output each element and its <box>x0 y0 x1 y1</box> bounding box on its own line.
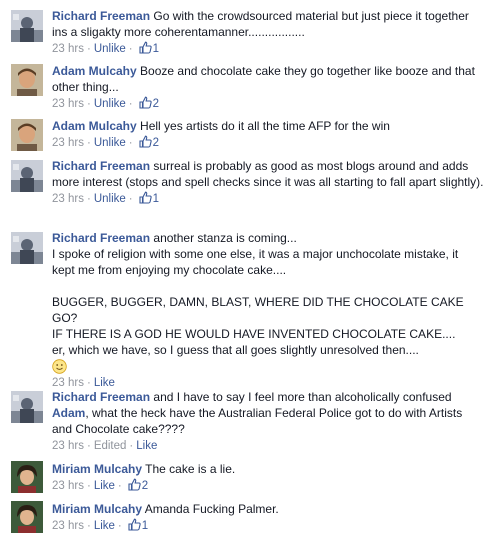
comment-author[interactable]: Richard Freeman <box>52 231 150 245</box>
comment-text-continued: BUGGER, BUGGER, DAMN, BLAST, WHERE DID T… <box>52 295 464 357</box>
thumbs-up-icon[interactable] <box>139 96 152 109</box>
thumbs-up-icon[interactable] <box>128 518 141 531</box>
like-link[interactable]: Like <box>94 480 115 492</box>
comment-author[interactable]: Richard Freeman <box>52 9 150 23</box>
thumbs-up-icon[interactable] <box>139 191 152 204</box>
comment-text: and I have to say I feel more than alcoh… <box>153 390 452 404</box>
comment-author[interactable]: Miriam Mulcahy <box>52 462 142 476</box>
unlike-link[interactable]: Unlike <box>94 98 126 110</box>
like-count[interactable]: 1 <box>153 43 159 55</box>
comment-meta: 23 hrs · Unlike · 2 <box>52 96 160 110</box>
avatar[interactable] <box>11 391 43 423</box>
avatar[interactable] <box>11 10 43 42</box>
smile-emoji <box>52 359 67 375</box>
comment-time[interactable]: 23 hrs <box>52 480 84 492</box>
comment-author[interactable]: Adam Mulcahy <box>52 64 137 78</box>
thumbs-up-icon[interactable] <box>128 478 141 491</box>
avatar[interactable] <box>11 64 43 96</box>
comment-meta: 23 hrs · Unlike · 1 <box>52 41 160 55</box>
unlike-link[interactable]: Unlike <box>94 43 126 55</box>
avatar[interactable] <box>11 119 43 151</box>
like-count[interactable]: 2 <box>142 480 148 492</box>
comment-text: Hell yes artists do it all the time AFP … <box>140 119 390 133</box>
comment-text-after-mention: , what the heck have the Australian Fede… <box>52 406 466 436</box>
like-count[interactable]: 2 <box>153 137 159 149</box>
avatar[interactable] <box>11 160 43 192</box>
thumbs-up-icon[interactable] <box>139 135 152 148</box>
comment-meta: 23 hrs · Edited · Like <box>52 440 158 452</box>
like-link[interactable]: Like <box>136 440 157 452</box>
like-link[interactable]: Like <box>94 377 115 389</box>
thumbs-up-icon[interactable] <box>139 41 152 54</box>
avatar[interactable] <box>11 461 43 493</box>
like-count[interactable]: 1 <box>142 520 148 532</box>
avatar[interactable] <box>11 501 43 533</box>
comment-author[interactable]: Richard Freeman <box>52 390 150 404</box>
comment-author[interactable]: Adam Mulcahy <box>52 119 137 133</box>
comment-time[interactable]: 23 hrs <box>52 520 84 532</box>
comment-meta: 23 hrs · Like · 1 <box>52 518 149 532</box>
unlike-link[interactable]: Unlike <box>94 137 126 149</box>
comment-meta: 23 hrs · Unlike · 2 <box>52 135 160 149</box>
comment-meta: 23 hrs · Like · 2 <box>52 478 149 492</box>
avatar[interactable] <box>11 232 43 264</box>
unlike-link[interactable]: Unlike <box>94 193 126 205</box>
like-count[interactable]: 1 <box>153 193 159 205</box>
comment-time[interactable]: 23 hrs <box>52 440 84 452</box>
comment-time[interactable]: 23 hrs <box>52 98 84 110</box>
comment-text: Amanda Fucking Palmer. <box>144 502 279 516</box>
comment-author[interactable]: Richard Freeman <box>52 159 150 173</box>
comment-time[interactable]: 23 hrs <box>52 193 84 205</box>
comment-author[interactable]: Miriam Mulcahy <box>52 502 142 516</box>
comment-time[interactable]: 23 hrs <box>52 377 84 389</box>
mention-link[interactable]: Adam <box>52 406 85 420</box>
edited-label[interactable]: Edited <box>94 440 127 452</box>
like-link[interactable]: Like <box>94 520 115 532</box>
comment-text: The cake is a lie. <box>145 462 236 476</box>
comment-time[interactable]: 23 hrs <box>52 43 84 55</box>
like-count[interactable]: 2 <box>153 98 159 110</box>
comment-time[interactable]: 23 hrs <box>52 137 84 149</box>
comment-meta: 23 hrs · Unlike · 1 <box>52 191 160 205</box>
